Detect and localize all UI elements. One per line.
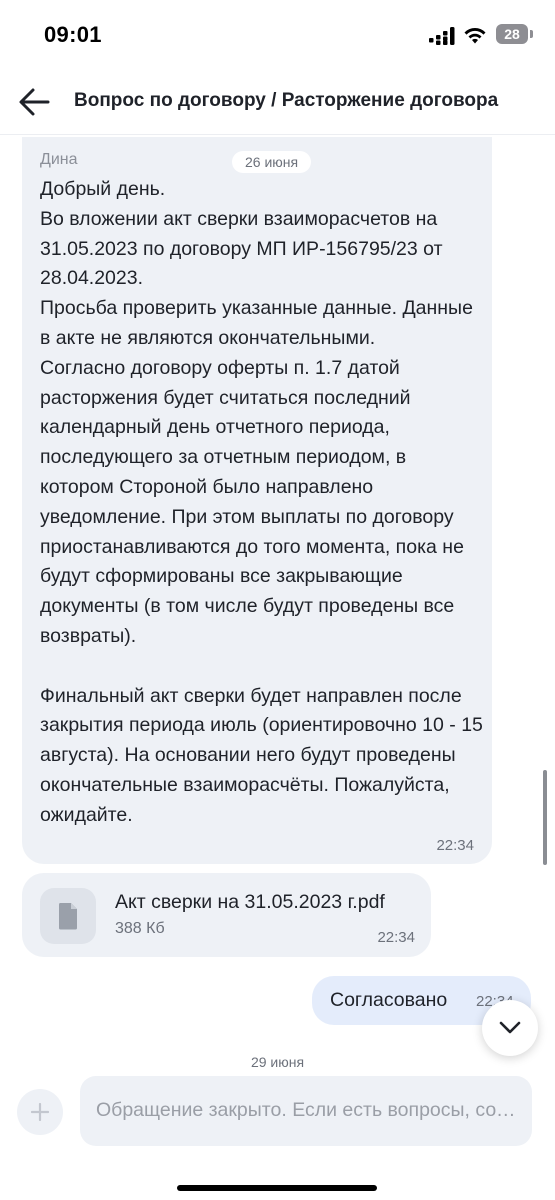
arrow-left-icon <box>19 88 50 116</box>
battery-icon: 28 <box>496 24 528 44</box>
chevron-down-icon <box>499 1021 521 1034</box>
message-input[interactable] <box>96 1099 518 1122</box>
chat-header: Вопрос по договору / Расторжение договор… <box>0 72 555 134</box>
message-sender: Дина <box>40 151 78 168</box>
document-icon <box>40 888 96 944</box>
file-attachment[interactable]: Акт сверки на 31.05.2023 г.pdf 388 Кб 22… <box>22 873 431 957</box>
home-indicator <box>177 1185 377 1191</box>
message-composer <box>80 1076 532 1146</box>
file-size: 388 Кб <box>115 920 165 937</box>
back-button[interactable] <box>14 84 54 120</box>
date-separator: 29 июня <box>250 1054 305 1070</box>
outgoing-text: Согласовано <box>330 989 448 1011</box>
incoming-message: Дина 26 июня Добрый день. Во вложении ак… <box>22 137 492 864</box>
message-time: 22:34 <box>436 837 474 854</box>
scroll-down-button[interactable] <box>482 1000 538 1056</box>
page-title: Вопрос по договору / Расторжение договор… <box>74 90 499 111</box>
battery-tip <box>530 30 533 38</box>
status-time: 09:01 <box>44 22 102 47</box>
message-text: Добрый день. Во вложении акт сверки взаи… <box>40 178 483 826</box>
add-attachment-button[interactable] <box>17 1089 63 1135</box>
plus-icon <box>31 1103 49 1121</box>
date-chip: 26 июня <box>232 151 312 173</box>
status-bar: 09:01 28 <box>0 0 555 70</box>
header-divider <box>0 134 555 135</box>
file-time: 22:34 <box>377 929 415 946</box>
cellular-signal-icon <box>429 27 455 45</box>
scrollbar[interactable] <box>543 770 547 865</box>
battery-level: 28 <box>504 26 520 42</box>
file-name: Акт сверки на 31.05.2023 г.pdf <box>115 891 385 913</box>
wifi-icon <box>464 28 486 44</box>
